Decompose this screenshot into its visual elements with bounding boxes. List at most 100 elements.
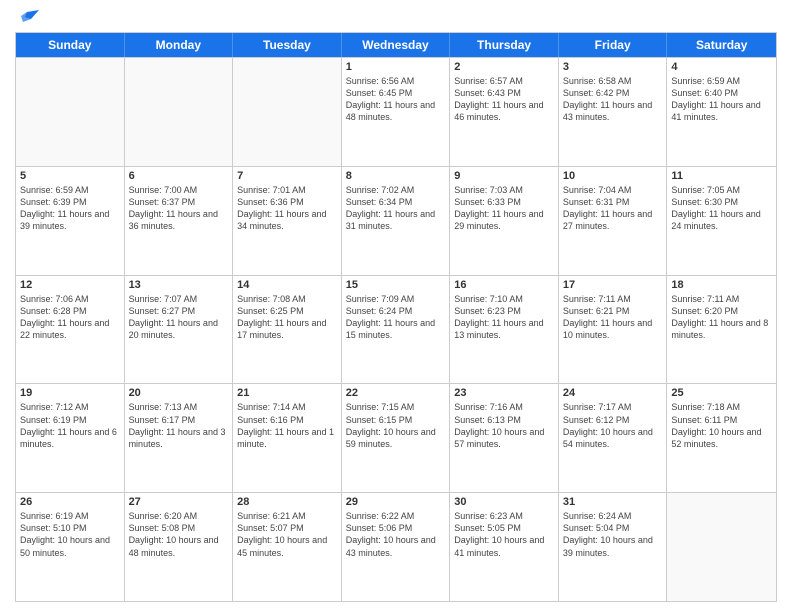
day-number: 7 xyxy=(237,170,337,182)
day-cell-14: 14Sunrise: 7:08 AM Sunset: 6:25 PM Dayli… xyxy=(233,276,342,384)
day-cell-9: 9 Sunrise: 7:03 AM Sunset: 6:33 PM Daylig… xyxy=(450,167,559,275)
day-cell-11: 11 Sunrise: 7:05 AM Sunset: 6:30 PM Dayli… xyxy=(667,167,776,275)
day-number: 22 xyxy=(346,387,446,399)
day-number: 17 xyxy=(563,279,663,291)
calendar-row-1: 5Sunrise: 6:59 AM Sunset: 6:39 PM Daylig… xyxy=(16,166,776,275)
calendar-row-3: 19 Sunrise: 7:12 AM Sunset: 6:19 PM Dayli… xyxy=(16,383,776,492)
day-info: Sunrise: 7:12 AM Sunset: 6:19 PM Dayligh… xyxy=(20,401,120,450)
day-number: 6 xyxy=(129,170,229,182)
day-info: Sunrise: 7:11 AM Sunset: 6:21 PM Dayligh… xyxy=(563,293,663,342)
day-info: Sunrise: 7:11 AM Sunset: 6:20 PM Dayligh… xyxy=(671,293,772,342)
day-number: 19 xyxy=(20,387,120,399)
day-info: Sunrise: 6:23 AM Sunset: 5:05 PM Dayligh… xyxy=(454,510,554,559)
day-number: 27 xyxy=(129,496,229,508)
weekday-header-saturday: Saturday xyxy=(667,33,776,57)
day-number: 8 xyxy=(346,170,446,182)
day-number: 10 xyxy=(563,170,663,182)
day-info: Sunrise: 7:04 AM Sunset: 6:31 PM Dayligh… xyxy=(563,184,663,233)
day-info: Sunrise: 6:24 AM Sunset: 5:04 PM Dayligh… xyxy=(563,510,663,559)
day-info: Sunrise: 7:03 AM Sunset: 6:33 PM Dayligh… xyxy=(454,184,554,233)
day-cell-25: 25 Sunrise: 7:18 AM Sunset: 6:11 PM Dayli… xyxy=(667,384,776,492)
weekday-header-thursday: Thursday xyxy=(450,33,559,57)
day-number: 12 xyxy=(20,279,120,291)
calendar-row-2: 12Sunrise: 7:06 AM Sunset: 6:28 PM Dayli… xyxy=(16,275,776,384)
day-cell-15: 15 Sunrise: 7:09 AM Sunset: 6:24 PM Dayli… xyxy=(342,276,451,384)
day-info: Sunrise: 7:01 AM Sunset: 6:36 PM Dayligh… xyxy=(237,184,337,233)
day-info: Sunrise: 7:13 AM Sunset: 6:17 PM Dayligh… xyxy=(129,401,229,450)
day-number: 4 xyxy=(671,61,772,73)
day-cell-20: 20 Sunrise: 7:13 AM Sunset: 6:17 PM Dayli… xyxy=(125,384,234,492)
day-info: Sunrise: 6:59 AM Sunset: 6:39 PM Dayligh… xyxy=(20,184,120,233)
calendar: SundayMondayTuesdayWednesdayThursdayFrid… xyxy=(15,32,777,602)
day-cell-26: 26 Sunrise: 6:19 AM Sunset: 5:10 PM Dayli… xyxy=(16,493,125,601)
day-number: 11 xyxy=(671,170,772,182)
day-cell-24: 24 Sunrise: 7:17 AM Sunset: 6:12 PM Dayli… xyxy=(559,384,668,492)
day-info: Sunrise: 6:59 AM Sunset: 6:40 PM Dayligh… xyxy=(671,75,772,124)
day-number: 9 xyxy=(454,170,554,182)
day-cell-22: 22 Sunrise: 7:15 AM Sunset: 6:15 PM Dayli… xyxy=(342,384,451,492)
day-number: 15 xyxy=(346,279,446,291)
day-info: Sunrise: 7:16 AM Sunset: 6:13 PM Dayligh… xyxy=(454,401,554,450)
day-cell-30: 30 Sunrise: 6:23 AM Sunset: 5:05 PM Dayli… xyxy=(450,493,559,601)
day-number: 24 xyxy=(563,387,663,399)
day-number: 23 xyxy=(454,387,554,399)
day-info: Sunrise: 6:21 AM Sunset: 5:07 PM Dayligh… xyxy=(237,510,337,559)
day-cell-6: 6 Sunrise: 7:00 AM Sunset: 6:37 PM Daylig… xyxy=(125,167,234,275)
day-cell-13: 13Sunrise: 7:07 AM Sunset: 6:27 PM Dayli… xyxy=(125,276,234,384)
day-cell-18: 18 Sunrise: 7:11 AM Sunset: 6:20 PM Dayli… xyxy=(667,276,776,384)
weekday-header-wednesday: Wednesday xyxy=(342,33,451,57)
day-number: 29 xyxy=(346,496,446,508)
day-cell-17: 17 Sunrise: 7:11 AM Sunset: 6:21 PM Dayli… xyxy=(559,276,668,384)
empty-cell-4-6 xyxy=(667,493,776,601)
day-number: 13 xyxy=(129,279,229,291)
day-number: 31 xyxy=(563,496,663,508)
day-info: Sunrise: 6:58 AM Sunset: 6:42 PM Dayligh… xyxy=(563,75,663,124)
day-number: 25 xyxy=(671,387,772,399)
page: SundayMondayTuesdayWednesdayThursdayFrid… xyxy=(0,0,792,612)
day-number: 18 xyxy=(671,279,772,291)
day-number: 20 xyxy=(129,387,229,399)
weekday-header-friday: Friday xyxy=(559,33,668,57)
empty-cell-0-1 xyxy=(125,58,234,166)
day-number: 3 xyxy=(563,61,663,73)
day-cell-12: 12Sunrise: 7:06 AM Sunset: 6:28 PM Dayli… xyxy=(16,276,125,384)
day-number: 30 xyxy=(454,496,554,508)
day-cell-1: 1Sunrise: 6:56 AM Sunset: 6:45 PM Daylig… xyxy=(342,58,451,166)
empty-cell-0-2 xyxy=(233,58,342,166)
day-number: 14 xyxy=(237,279,337,291)
day-info: Sunrise: 7:05 AM Sunset: 6:30 PM Dayligh… xyxy=(671,184,772,233)
logo-bird-icon xyxy=(17,10,39,28)
day-info: Sunrise: 6:56 AM Sunset: 6:45 PM Dayligh… xyxy=(346,75,446,124)
day-number: 2 xyxy=(454,61,554,73)
weekday-header-monday: Monday xyxy=(125,33,234,57)
day-info: Sunrise: 7:15 AM Sunset: 6:15 PM Dayligh… xyxy=(346,401,446,450)
day-info: Sunrise: 6:57 AM Sunset: 6:43 PM Dayligh… xyxy=(454,75,554,124)
calendar-body: 1Sunrise: 6:56 AM Sunset: 6:45 PM Daylig… xyxy=(16,57,776,601)
day-info: Sunrise: 7:17 AM Sunset: 6:12 PM Dayligh… xyxy=(563,401,663,450)
day-cell-3: 3 Sunrise: 6:58 AM Sunset: 6:42 PM Daylig… xyxy=(559,58,668,166)
weekday-header-sunday: Sunday xyxy=(16,33,125,57)
day-info: Sunrise: 7:14 AM Sunset: 6:16 PM Dayligh… xyxy=(237,401,337,450)
day-cell-28: 28Sunrise: 6:21 AM Sunset: 5:07 PM Dayli… xyxy=(233,493,342,601)
day-cell-7: 7 Sunrise: 7:01 AM Sunset: 6:36 PM Daylig… xyxy=(233,167,342,275)
day-number: 21 xyxy=(237,387,337,399)
day-cell-23: 23 Sunrise: 7:16 AM Sunset: 6:13 PM Dayli… xyxy=(450,384,559,492)
day-number: 16 xyxy=(454,279,554,291)
day-cell-19: 19 Sunrise: 7:12 AM Sunset: 6:19 PM Dayli… xyxy=(16,384,125,492)
day-number: 26 xyxy=(20,496,120,508)
day-info: Sunrise: 7:02 AM Sunset: 6:34 PM Dayligh… xyxy=(346,184,446,233)
day-cell-4: 4 Sunrise: 6:59 AM Sunset: 6:40 PM Daylig… xyxy=(667,58,776,166)
day-cell-29: 29 Sunrise: 6:22 AM Sunset: 5:06 PM Dayli… xyxy=(342,493,451,601)
day-cell-21: 21 Sunrise: 7:14 AM Sunset: 6:16 PM Dayli… xyxy=(233,384,342,492)
day-info: Sunrise: 7:10 AM Sunset: 6:23 PM Dayligh… xyxy=(454,293,554,342)
day-info: Sunrise: 6:20 AM Sunset: 5:08 PM Dayligh… xyxy=(129,510,229,559)
day-info: Sunrise: 7:18 AM Sunset: 6:11 PM Dayligh… xyxy=(671,401,772,450)
calendar-row-0: 1Sunrise: 6:56 AM Sunset: 6:45 PM Daylig… xyxy=(16,57,776,166)
day-cell-27: 27 Sunrise: 6:20 AM Sunset: 5:08 PM Dayli… xyxy=(125,493,234,601)
calendar-header: SundayMondayTuesdayWednesdayThursdayFrid… xyxy=(16,33,776,57)
day-info: Sunrise: 6:22 AM Sunset: 5:06 PM Dayligh… xyxy=(346,510,446,559)
day-info: Sunrise: 7:00 AM Sunset: 6:37 PM Dayligh… xyxy=(129,184,229,233)
day-info: Sunrise: 6:19 AM Sunset: 5:10 PM Dayligh… xyxy=(20,510,120,559)
day-info: Sunrise: 7:09 AM Sunset: 6:24 PM Dayligh… xyxy=(346,293,446,342)
day-cell-31: 31 Sunrise: 6:24 AM Sunset: 5:04 PM Dayli… xyxy=(559,493,668,601)
